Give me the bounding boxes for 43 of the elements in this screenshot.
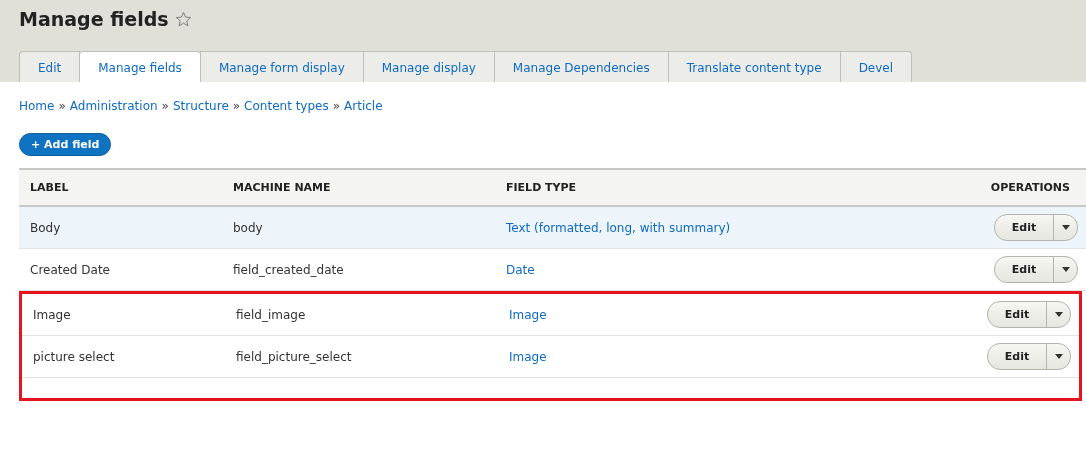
field-label: picture select [32, 349, 116, 364]
breadcrumb-separator: » [332, 99, 341, 113]
column-header: FIELD TYPE [505, 181, 578, 194]
tab[interactable]: Translate content type [667, 51, 841, 82]
edit-button[interactable]: Edit [988, 344, 1046, 369]
field-label: Image [32, 307, 72, 322]
tab[interactable]: Manage Dependencies [493, 51, 669, 82]
field-label: Body [29, 220, 62, 235]
machine-name: field_created_date [232, 262, 345, 277]
caret-icon [1054, 312, 1063, 317]
tab[interactable]: Manage fields [79, 51, 201, 82]
caret-icon [1061, 267, 1070, 272]
breadcrumb-separator: » [161, 99, 169, 113]
caret-icon [1054, 354, 1063, 359]
breadcrumb-link[interactable]: Content types [244, 99, 329, 113]
edit-button[interactable]: Edit [995, 257, 1053, 282]
breadcrumb-separator: » [232, 99, 241, 113]
column-header: LABEL [29, 181, 70, 194]
machine-name: field_picture_select [235, 349, 353, 364]
edit-button[interactable]: Edit [988, 302, 1046, 327]
field-type-link[interactable]: Image [498, 349, 969, 364]
machine-name: field_image [235, 307, 307, 322]
field-type-link[interactable]: Date [495, 262, 976, 277]
field-label: Created Date [29, 262, 111, 277]
edit-button[interactable]: Edit [995, 215, 1053, 240]
tab[interactable]: Devel [839, 51, 913, 82]
tab[interactable]: Edit [19, 51, 81, 82]
machine-name: body [232, 220, 264, 235]
column-header: MACHINE NAME [232, 181, 332, 194]
field-type-link[interactable]: Text (formatted, long, with summary) [495, 220, 976, 235]
breadcrumb-link[interactable]: Structure [172, 99, 229, 113]
column-header: OPERATIONS [989, 181, 1071, 194]
breadcrumb-separator: » [58, 99, 66, 113]
tab[interactable]: Manage display [362, 51, 495, 82]
tab[interactable]: Manage form display [199, 51, 364, 82]
add-field-button[interactable]: + Add field [19, 133, 112, 156]
field-type-link[interactable]: Image [498, 307, 969, 322]
caret-icon [1061, 225, 1070, 230]
page-title: Manage fields [19, 8, 169, 30]
star-icon[interactable] [174, 10, 192, 28]
breadcrumb-link[interactable]: Administration [69, 99, 158, 113]
breadcrumb-link[interactable]: Article [344, 99, 383, 113]
breadcrumb-link[interactable]: Home [19, 99, 55, 113]
